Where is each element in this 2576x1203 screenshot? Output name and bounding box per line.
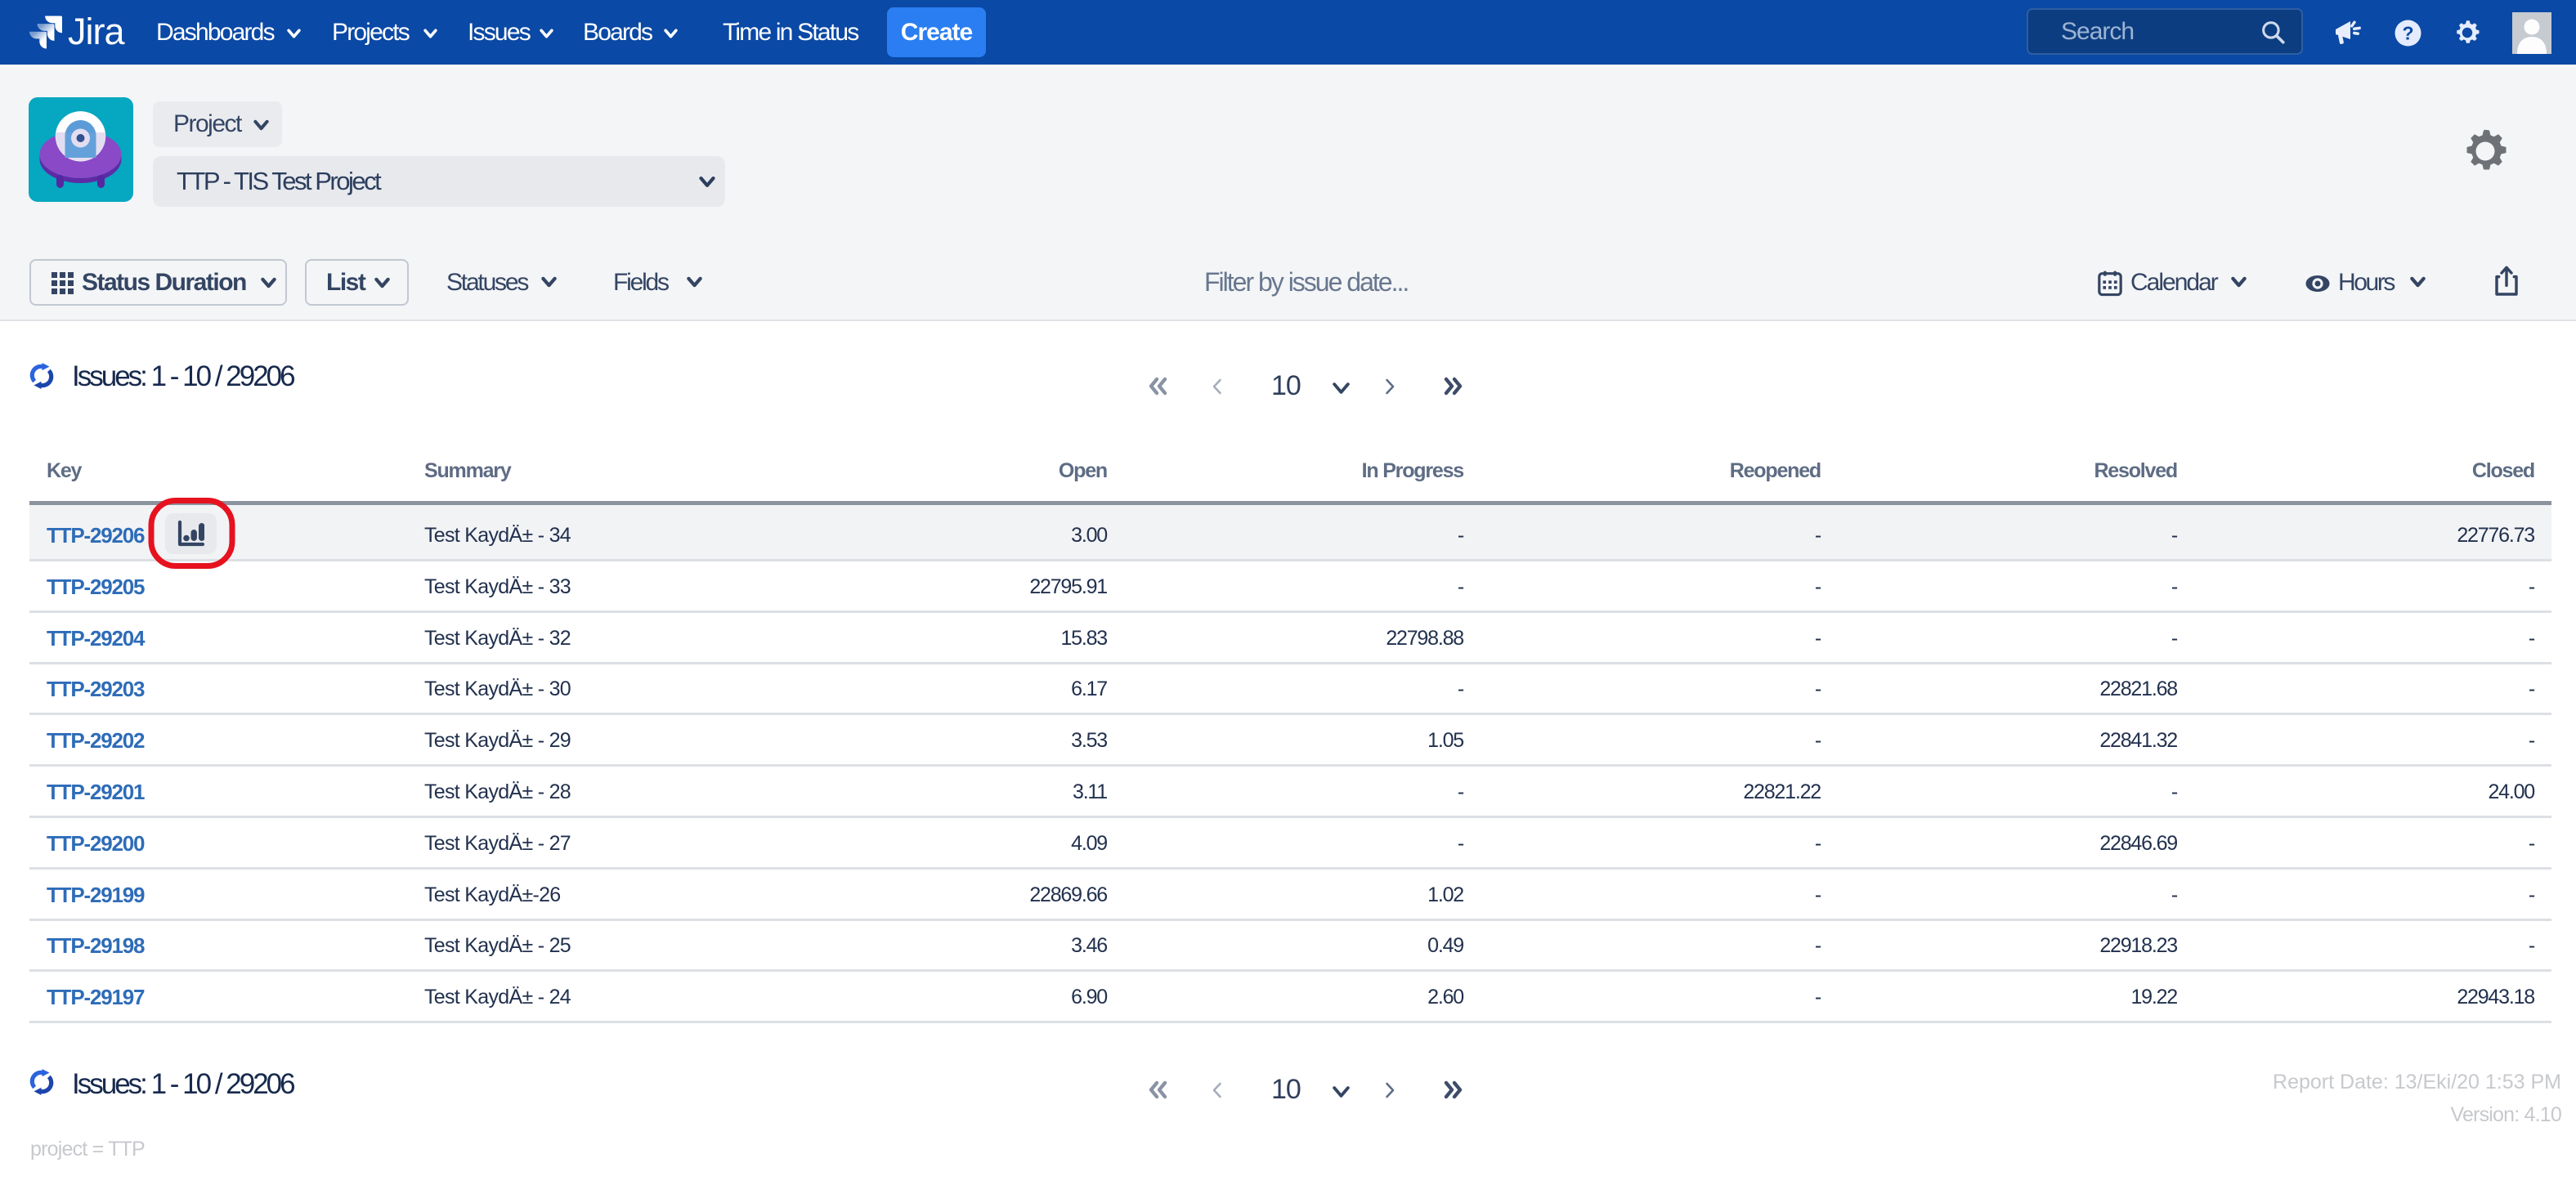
svg-text:?: ?: [2402, 23, 2413, 44]
